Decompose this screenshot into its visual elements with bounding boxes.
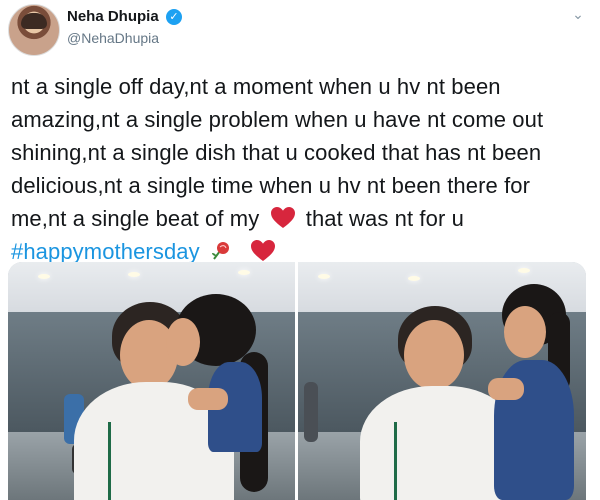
author-name[interactable]: Neha Dhupia: [67, 8, 159, 25]
tweet-line-2: amazing,nt a single problem when u have …: [11, 107, 544, 132]
photo-2[interactable]: [298, 262, 586, 500]
tweet-line-3: shining,nt a single dish that u cooked t…: [11, 140, 542, 165]
tweet-media: [8, 262, 586, 500]
author-handle[interactable]: @NehaDhupia: [67, 30, 159, 46]
tweet-line-5-start: me,nt a single beat of my: [11, 206, 260, 231]
chevron-down-icon[interactable]: ⌄: [570, 6, 586, 22]
verified-badge-icon: ✓: [166, 9, 182, 25]
hashtag-link[interactable]: #happymothersday: [11, 239, 200, 264]
author-avatar[interactable]: [8, 4, 60, 56]
tweet-text: nt a single off day,nt a moment when u h…: [11, 70, 591, 268]
tweet-line-5-end: that was nt for u: [305, 206, 464, 231]
heart-icon: [251, 240, 276, 261]
rose-icon: [211, 242, 229, 260]
heart-icon: [270, 207, 295, 228]
tweet-line-1: nt a single off day,nt a moment when u h…: [11, 74, 501, 99]
photo-1[interactable]: [8, 262, 295, 500]
tweet-line-4: delicious,nt a single time when u hv nt …: [11, 173, 531, 198]
tweet-line-5: me,nt a single beat of my that was nt fo…: [11, 202, 591, 235]
